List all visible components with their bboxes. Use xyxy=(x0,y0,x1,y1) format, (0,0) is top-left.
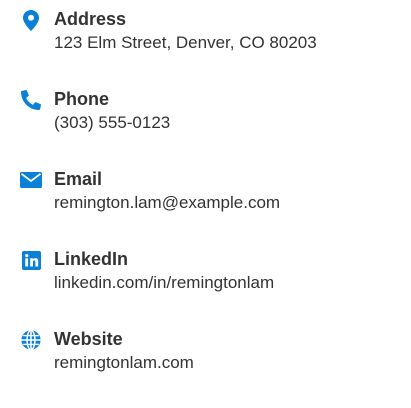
email-value[interactable]: remington.lam@example.com xyxy=(54,190,280,216)
phone-icon xyxy=(20,90,42,110)
linkedin-icon xyxy=(20,250,42,270)
website-value[interactable]: remingtonlam.com xyxy=(54,350,194,376)
linkedin-value[interactable]: linkedin.com/in/remingtonlam xyxy=(54,270,274,296)
contact-item-linkedin: LinkedIn linkedin.com/in/remingtonlam xyxy=(20,248,405,328)
contact-item-website: Website remingtonlam.com xyxy=(20,328,405,408)
linkedin-text: LinkedIn linkedin.com/in/remingtonlam xyxy=(54,248,274,296)
contact-item-phone: Phone (303) 555-0123 xyxy=(20,88,405,168)
phone-label: Phone xyxy=(54,89,110,109)
phone-value[interactable]: (303) 555-0123 xyxy=(54,110,170,136)
email-label: Email xyxy=(54,169,103,189)
contact-item-email: Email remington.lam@example.com xyxy=(20,168,405,248)
address-text: Address 123 Elm Street, Denver, CO 80203 xyxy=(54,8,317,56)
contact-item-address: Address 123 Elm Street, Denver, CO 80203 xyxy=(20,8,405,88)
address-label: Address xyxy=(54,9,127,29)
envelope-icon xyxy=(20,170,42,190)
website-label: Website xyxy=(54,329,123,349)
website-text: Website remingtonlam.com xyxy=(54,328,194,376)
address-value: 123 Elm Street, Denver, CO 80203 xyxy=(54,33,317,52)
email-text: Email remington.lam@example.com xyxy=(54,168,280,216)
contact-list: Address 123 Elm Street, Denver, CO 80203… xyxy=(20,8,405,408)
map-pin-icon xyxy=(20,9,42,31)
phone-text: Phone (303) 555-0123 xyxy=(54,88,170,136)
globe-icon xyxy=(20,330,42,350)
linkedin-label: LinkedIn xyxy=(54,249,129,269)
